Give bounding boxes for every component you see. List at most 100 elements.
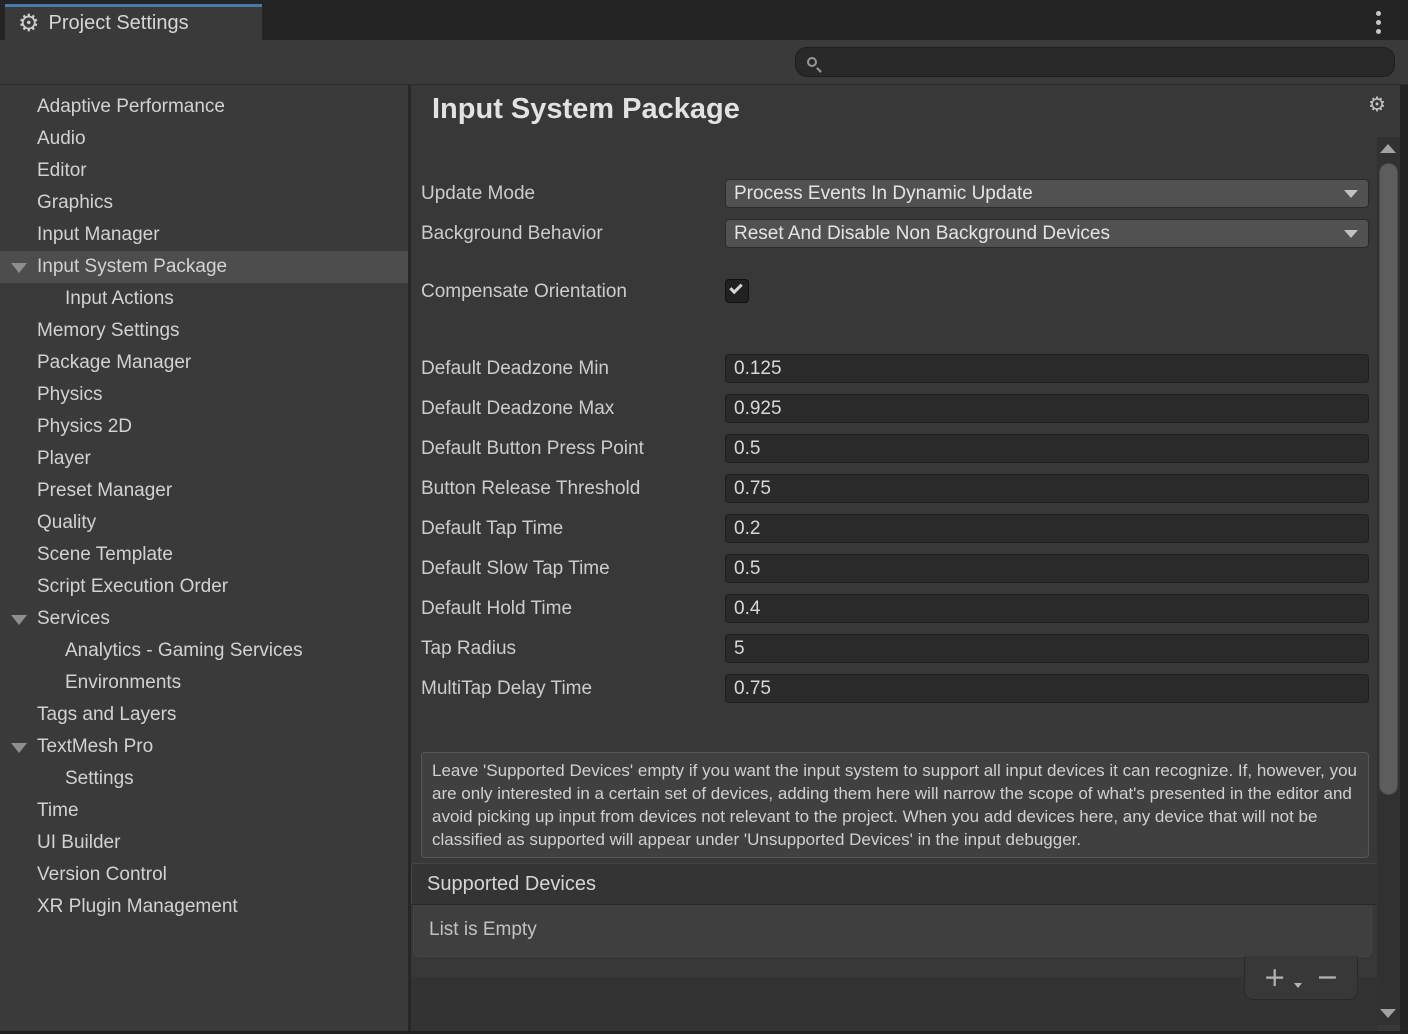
sidebar-item-input-system-package[interactable]: Input System Package [0, 251, 408, 283]
sidebar-item-label: Scene Template [37, 544, 173, 566]
sidebar-item-player[interactable]: Player [0, 443, 408, 475]
sidebar-item-physics-2d[interactable]: Physics 2D [0, 411, 408, 443]
sidebar-item-xr-plugin-management[interactable]: XR Plugin Management [0, 891, 408, 923]
tab-bar: ⚙ Project Settings [0, 0, 1408, 40]
sidebar-item-label: Audio [37, 128, 86, 150]
remove-device-button[interactable]: − [1316, 964, 1339, 991]
page-title: Input System Package [432, 93, 740, 125]
sidebar-item-label: Adaptive Performance [37, 96, 225, 118]
sidebar-item-label: Physics 2D [37, 416, 132, 438]
sidebar-item-analytics-gaming-services[interactable]: Analytics - Gaming Services [0, 635, 408, 667]
sidebar-item-memory-settings[interactable]: Memory Settings [0, 315, 408, 347]
sidebar-item-textmesh-pro[interactable]: TextMesh Pro [0, 731, 408, 763]
default-slow-tap-time-field[interactable]: 0.5 [725, 554, 1369, 583]
sidebar-item-graphics[interactable]: Graphics [0, 187, 408, 219]
gear-icon: ⚙ [18, 11, 40, 35]
sidebar-item-version-control[interactable]: Version Control [0, 859, 408, 891]
sidebar-item-label: Services [37, 608, 110, 630]
list-footer: + − [1244, 956, 1358, 1000]
form-row-button-release-threshold: Button Release Threshold0.75 [421, 474, 1369, 503]
sidebar-item-ui-builder[interactable]: UI Builder [0, 827, 408, 859]
multitap-delay-time-field[interactable]: 0.75 [725, 674, 1369, 703]
foldout-open-triangle-icon[interactable] [11, 263, 27, 273]
settings-sidebar: Adaptive Performance Audio Editor Graphics I… [0, 85, 411, 1031]
field-label: Default Slow Tap Time [421, 554, 725, 583]
sidebar-item-label: Environments [65, 672, 181, 694]
default-tap-time-field[interactable]: 0.2 [725, 514, 1369, 543]
form-row-background-behavior: Background BehaviorReset And Disable Non… [421, 219, 1369, 248]
scrollbar[interactable] [1377, 137, 1400, 1025]
update-mode-dropdown[interactable]: Process Events In Dynamic Update [725, 179, 1369, 208]
scrollbar-thumb[interactable] [1379, 163, 1398, 795]
sidebar-item-scene-template[interactable]: Scene Template [0, 539, 408, 571]
field-label: Tap Radius [421, 634, 725, 663]
sidebar-item-label: Physics [37, 384, 102, 406]
field-label: Default Tap Time [421, 514, 725, 543]
background-behavior-dropdown[interactable]: Reset And Disable Non Background Devices [725, 219, 1369, 248]
foldout-open-triangle-icon[interactable] [11, 743, 27, 753]
sidebar-item-audio[interactable]: Audio [0, 123, 408, 155]
default-deadzone-min-field[interactable]: 0.125 [725, 354, 1369, 383]
compensate-orientation-checkbox[interactable] [725, 279, 749, 303]
project-settings-window: ⚙ Project Settings Adaptive PerformanceA… [0, 0, 1408, 1034]
preset-gear-icon[interactable]: ⚙ [1368, 94, 1386, 114]
sidebar-item-label: Version Control [37, 864, 167, 886]
sidebar-item-label: UI Builder [37, 832, 120, 854]
sidebar-item-physics[interactable]: Physics [0, 379, 408, 411]
supported-devices-header[interactable]: Supported Devices [411, 863, 1378, 905]
search-input[interactable] [825, 51, 1394, 73]
field-label: MultiTap Delay Time [421, 674, 725, 703]
form-row-default-button-press-point: Default Button Press Point0.5 [421, 434, 1369, 463]
default-hold-time-field[interactable]: 0.4 [725, 594, 1369, 623]
sidebar-item-input-actions[interactable]: Input Actions [0, 283, 408, 315]
field-label: Update Mode [421, 179, 725, 208]
sidebar-item-label: Script Execution Order [37, 576, 228, 598]
search-bar[interactable] [795, 47, 1395, 77]
sidebar-item-label: Preset Manager [37, 480, 172, 502]
form-row-tap-radius: Tap Radius5 [421, 634, 1369, 663]
sidebar-item-script-execution-order[interactable]: Script Execution Order [0, 571, 408, 603]
panel-bottom-strip [411, 977, 1377, 1031]
sidebar-item-services[interactable]: Services [0, 603, 408, 635]
add-device-button[interactable]: + [1263, 964, 1286, 991]
tap-radius-field[interactable]: 5 [725, 634, 1369, 663]
sidebar-item-label: Input Manager [37, 224, 160, 246]
sidebar-item-time[interactable]: Time [0, 795, 408, 827]
add-device-dropdown-caret-icon [1294, 983, 1302, 988]
dropdown-selected-value: Process Events In Dynamic Update [726, 180, 1368, 207]
sidebar-item-label: Tags and Layers [37, 704, 176, 726]
sidebar-item-input-manager[interactable]: Input Manager [0, 219, 408, 251]
kebab-menu-icon[interactable] [1376, 11, 1381, 34]
sidebar-item-label: Analytics - Gaming Services [65, 640, 303, 662]
list-empty-label: List is Empty [429, 919, 537, 940]
toolbar [0, 40, 1408, 85]
sidebar-item-editor[interactable]: Editor [0, 155, 408, 187]
sidebar-item-quality[interactable]: Quality [0, 507, 408, 539]
button-release-threshold-field[interactable]: 0.75 [725, 474, 1369, 503]
sidebar-item-label: Graphics [37, 192, 113, 214]
scroll-down-arrow-icon[interactable] [1380, 1009, 1396, 1018]
sidebar-item-settings[interactable]: Settings [0, 763, 408, 795]
scroll-up-arrow-icon[interactable] [1380, 144, 1396, 153]
sidebar-item-environments[interactable]: Environments [0, 667, 408, 699]
checkmark-icon [729, 281, 742, 294]
sidebar-item-label: Editor [37, 160, 87, 182]
sidebar-item-label: Time [37, 800, 79, 822]
sidebar-item-tags-and-layers[interactable]: Tags and Layers [0, 699, 408, 731]
sidebar-item-preset-manager[interactable]: Preset Manager [0, 475, 408, 507]
form-row-default-deadzone-max: Default Deadzone Max0.925 [421, 394, 1369, 423]
default-button-press-point-field[interactable]: 0.5 [725, 434, 1369, 463]
tab-project-settings[interactable]: ⚙ Project Settings [5, 4, 262, 40]
form-row-multitap-delay-time: MultiTap Delay Time0.75 [421, 674, 1369, 703]
foldout-open-triangle-icon[interactable] [11, 615, 27, 625]
field-label: Button Release Threshold [421, 474, 725, 503]
supported-devices-list: List is Empty [413, 905, 1372, 957]
default-deadzone-max-field[interactable]: 0.925 [725, 394, 1369, 423]
form-row-compensate-orientation: Compensate Orientation [421, 277, 1369, 306]
dropdown-selected-value: Reset And Disable Non Background Devices [726, 220, 1368, 247]
sidebar-item-label: XR Plugin Management [37, 896, 238, 918]
field-label: Default Button Press Point [421, 434, 725, 463]
sidebar-item-package-manager[interactable]: Package Manager [0, 347, 408, 379]
sidebar-item-adaptive-performance[interactable]: Adaptive Performance [0, 91, 408, 123]
sidebar-item-label: Input System Package [37, 256, 227, 278]
